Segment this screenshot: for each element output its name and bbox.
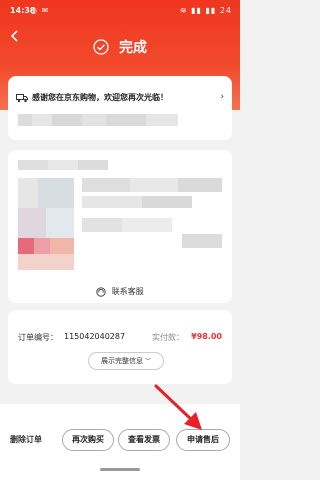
greeting-row[interactable]: 感谢您在京东购物，欢迎您再次光临！ › bbox=[16, 92, 224, 106]
status-right-icons: ≋ ▮▮ ▮▮ 24 bbox=[179, 6, 232, 15]
blurred-product-image bbox=[18, 178, 74, 270]
order-info-card: 订单编号： 115042040287 实付款： ¥98.00 展示完整信息 ﹀ bbox=[8, 310, 232, 384]
delivery-truck-icon bbox=[16, 94, 28, 103]
contact-service-button[interactable]: 联系客服 bbox=[8, 286, 232, 297]
blurred-shop-name bbox=[18, 160, 108, 170]
contact-service-label: 联系客服 bbox=[111, 287, 144, 296]
paid-amount-label: 实付款： bbox=[152, 333, 184, 342]
rebuy-button[interactable]: 再次购买 bbox=[62, 429, 114, 451]
order-number-label: 订单编号： bbox=[18, 333, 58, 342]
show-full-info-button[interactable]: 展示完整信息 ﹀ bbox=[88, 352, 164, 370]
page-title: 完成 bbox=[119, 39, 148, 56]
delete-order-button[interactable]: 删除订单 bbox=[10, 434, 42, 445]
headset-icon bbox=[96, 286, 106, 297]
show-full-info-label: 展示完整信息 bbox=[100, 357, 143, 365]
order-number[interactable]: 115042040287 bbox=[64, 332, 125, 341]
blurred-product-info bbox=[82, 178, 222, 248]
status-bar: 14:38 ◷ ✉ ≋ ▮▮ ▮▮ 24 bbox=[10, 6, 232, 18]
check-circle-icon bbox=[93, 38, 109, 55]
home-indicator[interactable] bbox=[100, 468, 140, 471]
greeting-text: 感谢您在京东购物，欢迎您再次光临！ bbox=[32, 93, 168, 102]
annotation-arrow-icon bbox=[154, 384, 202, 430]
chevron-down-icon: ﹀ bbox=[144, 358, 151, 365]
greeting-card[interactable]: 感谢您在京东购物，欢迎您再次光临！ › bbox=[8, 76, 232, 140]
page-title-row: 完成 bbox=[0, 36, 240, 57]
blurred-address bbox=[18, 114, 178, 126]
order-summary-row: 订单编号： 115042040287 实付款： ¥98.00 bbox=[18, 332, 222, 344]
view-invoice-button[interactable]: 查看发票 bbox=[118, 429, 170, 451]
status-left-icons: ◷ ✉ bbox=[30, 6, 50, 15]
product-card[interactable]: 联系客服 bbox=[8, 150, 232, 303]
after-sale-button[interactable]: 申请售后 bbox=[176, 429, 230, 451]
chevron-right-icon: › bbox=[220, 92, 224, 102]
paid-amount: ¥98.00 bbox=[191, 332, 222, 341]
